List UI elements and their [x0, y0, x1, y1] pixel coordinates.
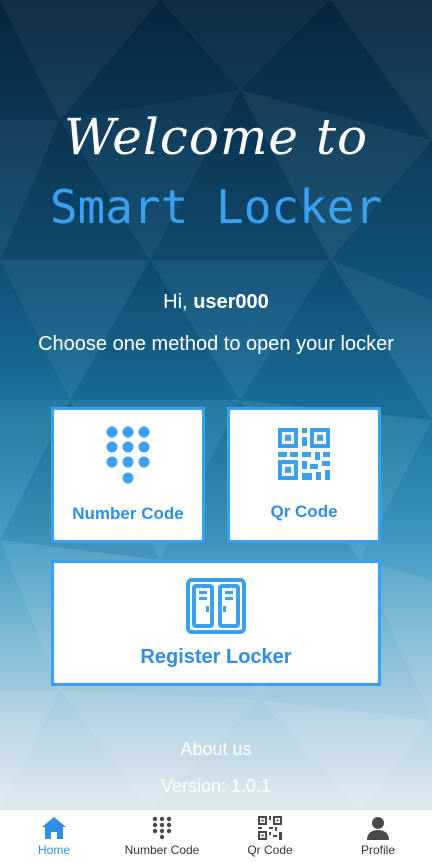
- register-locker-label: Register Locker: [140, 645, 292, 668]
- nav-qr-code[interactable]: Qr Code: [216, 810, 324, 863]
- welcome-heading: Welcome to: [63, 108, 369, 166]
- locker-icon: [186, 577, 246, 634]
- nav-home-label: Home: [37, 843, 70, 857]
- qr-code-icon: [258, 816, 282, 840]
- username: user000: [193, 291, 269, 313]
- qr-code-button[interactable]: Qr Code: [227, 407, 381, 543]
- nav-profile[interactable]: Profile: [324, 810, 432, 863]
- version-text: Version: 1.0.1: [160, 776, 272, 796]
- person-icon: [367, 817, 389, 840]
- keypad-icon: [152, 816, 172, 840]
- nav-number-code[interactable]: Number Code: [108, 810, 216, 863]
- number-code-label: Number Code: [72, 504, 184, 523]
- app-title: Smart Locker: [49, 180, 383, 234]
- nav-home[interactable]: Home: [0, 810, 108, 863]
- number-code-button[interactable]: Number Code: [51, 407, 205, 543]
- register-locker-button[interactable]: Register Locker: [51, 560, 381, 686]
- qr-code-icon: [278, 428, 330, 480]
- greeting-prefix: Hi,: [163, 291, 188, 313]
- home-icon: [42, 817, 66, 839]
- qr-code-label: Qr Code: [270, 502, 338, 521]
- keypad-icon: [106, 426, 150, 484]
- instruction-text: Choose one method to open your locker: [38, 333, 394, 355]
- bottom-navigation: Home Number Code Qr Code Profile: [0, 809, 432, 863]
- nav-qr-code-label: Qr Code: [247, 843, 293, 857]
- nav-profile-label: Profile: [360, 843, 395, 857]
- about-us-link[interactable]: About us: [0, 739, 432, 760]
- nav-number-code-label: Number Code: [124, 843, 200, 857]
- home-screen: Welcome to Smart Locker Hi, user000 Choo…: [0, 0, 432, 863]
- greeting-text: Hi, user000: [0, 291, 432, 314]
